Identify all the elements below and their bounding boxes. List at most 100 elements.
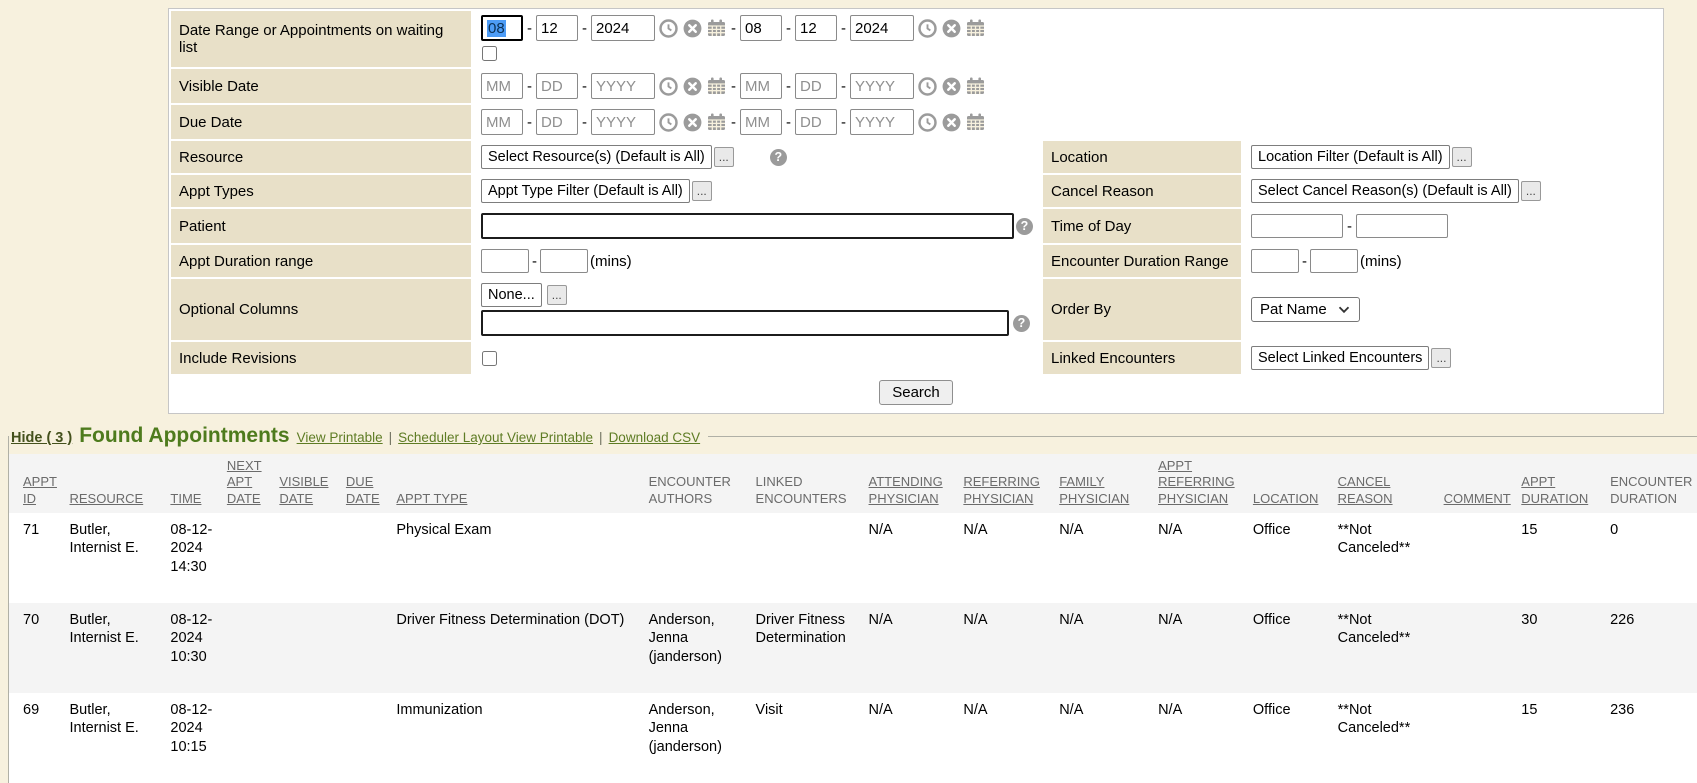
cell-appt-type: Physical Exam <box>392 513 644 603</box>
include-revisions-checkbox[interactable] <box>482 351 497 366</box>
column-header-family-physician[interactable]: FAMILY PHYSICIAN <box>1055 454 1154 513</box>
appointments-table: APPT IDRESOURCETIMENEXT APT DATEVISIBLE … <box>9 454 1697 783</box>
calendar-icon[interactable] <box>966 113 985 131</box>
column-header-next-apt-date[interactable]: NEXT APT DATE <box>223 454 275 513</box>
download-csv-link[interactable]: Download CSV <box>609 430 701 445</box>
order-by-select[interactable]: Pat Name <box>1251 297 1360 322</box>
linked-encounters-label: Linked Encounters <box>1043 342 1241 374</box>
due-date-to-mm-input[interactable] <box>740 109 782 135</box>
clock-icon[interactable] <box>918 19 937 38</box>
calendar-icon[interactable] <box>707 113 726 131</box>
column-header-visible-date[interactable]: VISIBLE DATE <box>275 454 342 513</box>
column-header-resource[interactable]: RESOURCE <box>66 454 167 513</box>
encounter-duration-units: (mins) <box>1360 253 1402 270</box>
clock-icon[interactable] <box>918 113 937 132</box>
resource-label: Resource <box>171 141 471 173</box>
column-header-comment[interactable]: COMMENT <box>1440 454 1518 513</box>
column-header-appt-id[interactable]: APPT ID <box>9 454 66 513</box>
calendar-icon[interactable] <box>966 77 985 95</box>
cell-linked-encounters <box>752 513 865 603</box>
cell-next-apt-date <box>223 693 275 783</box>
column-header-attending-physician[interactable]: ATTENDING PHYSICIAN <box>865 454 960 513</box>
optional-columns-button[interactable]: None... <box>481 283 542 307</box>
due-date-from-yyyy-input[interactable] <box>591 109 655 135</box>
calendar-icon[interactable] <box>707 77 726 95</box>
due-date-to-dd-input[interactable] <box>795 109 837 135</box>
location-more-button[interactable]: ... <box>1452 147 1472 167</box>
date-range-to-mm-input[interactable] <box>740 15 782 41</box>
column-header-appt-referring-physician[interactable]: APPT REFERRING PHYSICIAN <box>1154 454 1249 513</box>
column-header-location[interactable]: LOCATION <box>1249 454 1334 513</box>
date-range-to-dd-input[interactable] <box>795 15 837 41</box>
help-icon[interactable]: ? <box>1013 315 1030 332</box>
clock-icon[interactable] <box>659 19 678 38</box>
clear-icon[interactable] <box>942 113 961 132</box>
linked-encounters-select-button[interactable]: Select Linked Encounters <box>1251 346 1429 370</box>
column-header-appt-type[interactable]: APPT TYPE <box>392 454 644 513</box>
visible-date-to-dd-input[interactable] <box>795 73 837 99</box>
calendar-icon[interactable] <box>707 19 726 37</box>
scheduler-layout-view-printable-link[interactable]: Scheduler Layout View Printable <box>398 430 593 445</box>
link-separator: | <box>599 430 603 445</box>
appt-type-filter-button[interactable]: Appt Type Filter (Default is All) <box>481 179 690 203</box>
help-icon[interactable]: ? <box>1016 218 1033 235</box>
location-label: Location <box>1043 141 1241 173</box>
date-range-to-yyyy-input[interactable] <box>850 15 914 41</box>
time-of-day-to-input[interactable] <box>1356 214 1448 238</box>
date-range-from-dd-input[interactable] <box>536 15 578 41</box>
due-date-to-yyyy-input[interactable] <box>850 109 914 135</box>
clock-icon[interactable] <box>659 77 678 96</box>
encounter-duration-label: Encounter Duration Range <box>1043 245 1241 277</box>
column-header-appt-duration[interactable]: APPT DURATION <box>1517 454 1606 513</box>
appt-type-more-button[interactable]: ... <box>692 181 712 201</box>
help-icon[interactable]: ? <box>770 149 787 166</box>
cell-referring-physician: N/A <box>959 693 1055 783</box>
search-button[interactable]: Search <box>879 380 953 405</box>
printable-links: View Printable | Scheduler Layout View Pri… <box>297 430 701 445</box>
due-date-from-dd-input[interactable] <box>536 109 578 135</box>
location-filter-button[interactable]: Location Filter (Default is All) <box>1251 145 1450 169</box>
linked-encounters-more-button[interactable]: ... <box>1431 348 1451 368</box>
cell-encounter-duration: 226 <box>1606 603 1697 693</box>
date-range-from-mm-input[interactable]: 08 <box>481 15 523 41</box>
encounter-duration-max-input[interactable] <box>1310 249 1358 273</box>
cancel-reason-more-button[interactable]: ... <box>1521 181 1541 201</box>
date-separator: - <box>526 20 533 37</box>
time-of-day-from-input[interactable] <box>1251 214 1343 238</box>
clear-icon[interactable] <box>683 19 702 38</box>
clear-icon[interactable] <box>683 113 702 132</box>
clear-icon[interactable] <box>942 19 961 38</box>
visible-date-from-yyyy-input[interactable] <box>591 73 655 99</box>
visible-date-from-mm-input[interactable] <box>481 73 523 99</box>
visible-date-from-dd-input[interactable] <box>536 73 578 99</box>
cell-attending-physician: N/A <box>865 513 960 603</box>
column-header-linked-encounters: LINKED ENCOUNTERS <box>752 454 865 513</box>
date-range-from-yyyy-input[interactable] <box>591 15 655 41</box>
clock-icon[interactable] <box>918 77 937 96</box>
view-printable-link[interactable]: View Printable <box>297 430 383 445</box>
waiting-list-checkbox[interactable] <box>482 46 497 61</box>
visible-date-to-mm-input[interactable] <box>740 73 782 99</box>
clear-icon[interactable] <box>942 77 961 96</box>
column-header-referring-physician[interactable]: REFERRING PHYSICIAN <box>959 454 1055 513</box>
resource-select-button[interactable]: Select Resource(s) (Default is All) <box>481 145 712 169</box>
appt-duration-max-input[interactable] <box>540 249 588 273</box>
patient-input[interactable] <box>481 213 1014 239</box>
column-header-due-date[interactable]: DUE DATE <box>342 454 392 513</box>
optional-columns-more-button[interactable]: ... <box>547 285 567 305</box>
column-header-time[interactable]: TIME <box>166 454 223 513</box>
clear-icon[interactable] <box>683 77 702 96</box>
visible-date-to-yyyy-input[interactable] <box>850 73 914 99</box>
cancel-reason-select-button[interactable]: Select Cancel Reason(s) (Default is All) <box>1251 179 1519 203</box>
resource-more-button[interactable]: ... <box>714 147 734 167</box>
patient-label: Patient <box>171 209 471 243</box>
encounter-duration-min-input[interactable] <box>1251 249 1299 273</box>
column-header-cancel-reason[interactable]: CANCEL REASON <box>1334 454 1440 513</box>
hide-results-link[interactable]: Hide ( 3 ) <box>11 430 72 446</box>
optional-columns-input[interactable] <box>481 310 1009 336</box>
clock-icon[interactable] <box>659 113 678 132</box>
calendar-icon[interactable] <box>966 19 985 37</box>
appt-duration-min-input[interactable] <box>481 249 529 273</box>
due-date-from-mm-input[interactable] <box>481 109 523 135</box>
range-separator: - <box>730 78 737 95</box>
